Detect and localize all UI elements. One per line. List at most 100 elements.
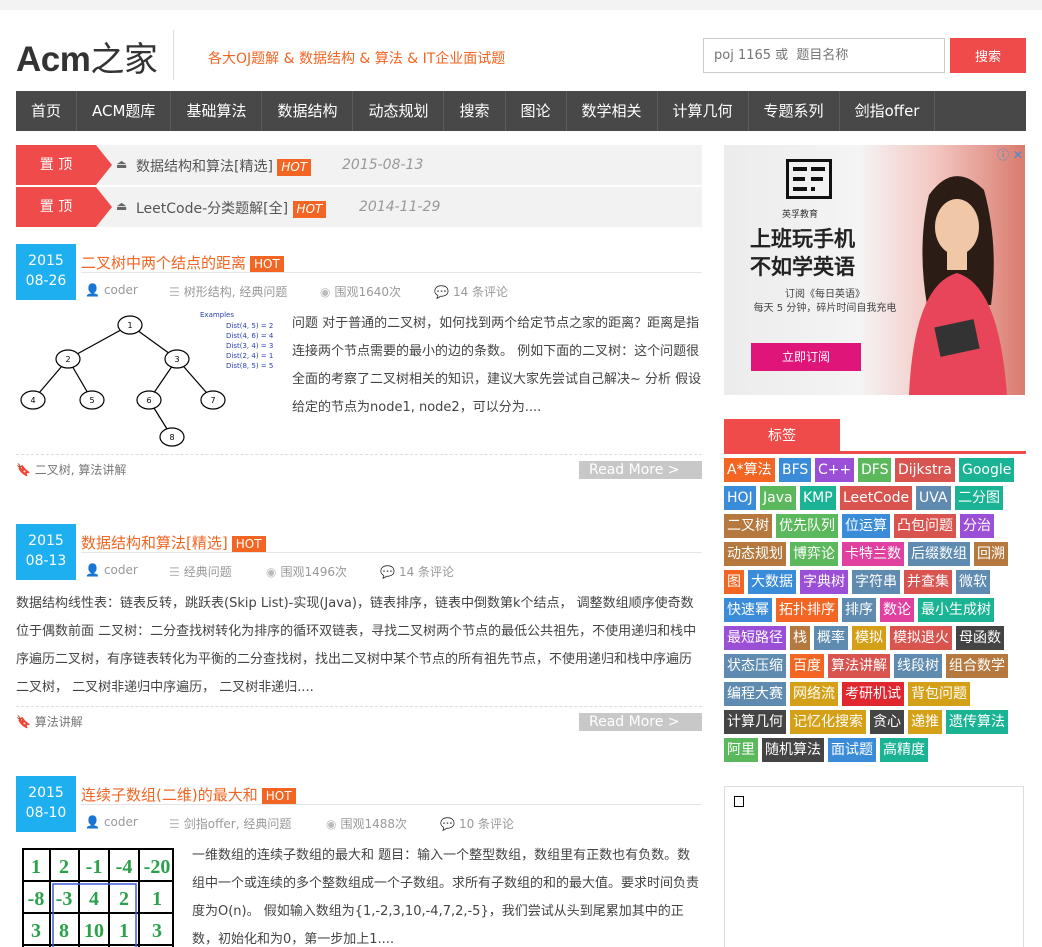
tag-chip[interactable]: 字典树 [800,570,848,594]
article-title-link[interactable]: 二叉树中两个结点的距离 HOT [81,252,284,273]
tag-chip[interactable]: LeetCode [840,486,913,510]
tag-chip[interactable]: Java [760,486,796,510]
read-more-button[interactable]: Read More > [579,461,702,479]
article-year: 2015 [28,253,64,269]
tag-chip[interactable]: 阿里 [724,738,758,762]
sticky-title-link[interactable]: LeetCode-分类题解[全] HOT [136,198,327,218]
tag-chip[interactable]: 贪心 [870,710,904,734]
article-category[interactable]: ☰ 树形结构, 经典问题 [169,283,287,300]
nav-item-graph-theory[interactable]: 图论 [506,91,567,131]
tag-chip[interactable]: 拓扑排序 [776,598,838,622]
tag-chip[interactable]: Dijkstra [895,458,955,482]
tag-chip[interactable]: 模拟 [852,626,886,650]
article-tags[interactable]: 🔖 算法讲解 [16,713,83,730]
tag-chip[interactable]: 线段树 [894,654,942,678]
tag-chip[interactable]: 大数据 [748,570,796,594]
main-nav: 首页 ACM题库 基础算法 数据结构 动态规划 搜索 图论 数学相关 计算几何 … [16,91,1026,131]
nav-item-topics[interactable]: 专题系列 [749,91,840,131]
tag-chip[interactable]: 字符串 [852,570,900,594]
tag-chip[interactable]: 数论 [880,598,914,622]
tag-chip[interactable]: 最短路径 [724,626,786,650]
tag-chip[interactable]: 凸包问题 [894,514,956,538]
tag-chip[interactable]: KMP [800,486,836,510]
tag-chip[interactable]: 分治 [960,514,994,538]
tag-chip[interactable]: 动态规划 [724,542,786,566]
tag-chip[interactable]: 二叉树 [724,514,772,538]
tag-chip[interactable]: 回溯 [974,542,1008,566]
nav-item-home[interactable]: 首页 [16,91,78,131]
tag-chip[interactable]: 遗传算法 [946,710,1008,734]
tag-chip[interactable]: 考研机试 [842,682,904,706]
tag-chip[interactable]: 博弈论 [790,542,838,566]
tag-chip[interactable]: C++ [815,458,855,482]
nav-item-search[interactable]: 搜索 [444,91,506,131]
tag-chip[interactable]: 高精度 [880,738,928,762]
sticky-title-link[interactable]: 数据结构和算法[精选] HOT [136,156,312,176]
article-author[interactable]: 👤 coder [85,815,138,829]
tag-chip[interactable]: 后缀数组 [908,542,970,566]
matrix-cell: 1 [119,920,129,942]
tag-chip[interactable]: 栈 [790,626,810,650]
tag-chip[interactable]: 母函数 [956,626,1004,650]
tag-chip[interactable]: 编程大赛 [724,682,786,706]
article-comments[interactable]: 💬 14 条评论 [434,283,508,300]
article-category[interactable]: ☰ 经典问题 [169,563,232,580]
article-author[interactable]: 👤 coder [85,283,138,297]
tag-chip[interactable]: 排序 [842,598,876,622]
article-category[interactable]: ☰ 剑指offer, 经典问题 [169,815,291,832]
tag-chip[interactable]: 随机算法 [762,738,824,762]
tag-chip[interactable]: 概率 [814,626,848,650]
bookmark-icon: 🔖 [16,715,31,729]
eye-icon: ◉ [320,285,331,299]
article-comments[interactable]: 💬 14 条评论 [380,563,454,580]
article-footer-divider [16,706,702,707]
tag-chip[interactable]: 记忆化搜索 [790,710,866,734]
article-author[interactable]: 👤 coder [85,563,138,577]
article-tags[interactable]: 🔖 二叉树, 算法讲解 [16,461,126,478]
site-logo[interactable]: Acm之家 [16,32,158,81]
search-button[interactable]: 搜索 [950,38,1026,73]
tag-chip[interactable]: 位运算 [842,514,890,538]
tag-chip[interactable]: 优先队列 [776,514,838,538]
tag-chip[interactable]: 微软 [956,570,990,594]
tag-chip[interactable]: 二分图 [955,486,1003,510]
tag-chip[interactable]: BFS [779,458,812,482]
search-input[interactable] [703,38,945,73]
nav-item-basic-algorithms[interactable]: 基础算法 [171,91,263,131]
read-more-button[interactable]: Read More > [579,713,702,731]
tag-chip[interactable]: 计算几何 [724,710,786,734]
tag-chip[interactable]: HOJ [724,486,756,510]
tag-chip[interactable]: UVA [916,486,951,510]
nav-item-jianzhi-offer[interactable]: 剑指offer [840,91,936,131]
tag-chip[interactable]: 快速幂 [724,598,772,622]
matrix-figure: 1 2 -1 -4 -20 -8 -3 4 2 1 3 8 10 1 3 [22,848,174,947]
tag-chip[interactable]: 模拟退火 [890,626,952,650]
nav-item-computational-geometry[interactable]: 计算几何 [658,91,749,131]
nav-item-data-structures[interactable]: 数据结构 [262,91,354,131]
tag-chip[interactable]: 算法讲解 [828,654,890,678]
nav-item-math[interactable]: 数学相关 [567,91,658,131]
tag-chip[interactable]: 面试题 [828,738,876,762]
article-title-link[interactable]: 连续子数组(二维)的最大和 HOT [81,784,296,805]
tag-chip[interactable]: 组合数学 [946,654,1008,678]
tag-chip[interactable]: A*算法 [724,458,775,482]
tag-chip[interactable]: DFS [858,458,892,482]
tag-chip[interactable]: 状态压缩 [724,654,786,678]
article-comments[interactable]: 💬 10 条评论 [440,815,514,832]
tag-chip[interactable]: 卡特兰数 [842,542,904,566]
nav-item-dynamic-programming[interactable]: 动态规划 [353,91,445,131]
tag-chip[interactable]: 网络流 [790,682,838,706]
article-title-link[interactable]: 数据结构和算法[精选] HOT [81,532,266,553]
ad-banner[interactable]: 英孚教育 上班玩手机 不如学英语 订阅《每日英语》 每天 5 分钟，碎片时间自我… [724,145,1025,395]
tag-chip[interactable]: 图 [724,570,744,594]
tag-chip[interactable]: Google [959,458,1015,482]
tag-chip[interactable]: 并查集 [904,570,952,594]
nav-item-acm-problems[interactable]: ACM题库 [77,91,172,131]
tag-chip[interactable]: 百度 [790,654,824,678]
example-line: Dist(3, 4) = 3 [226,342,273,350]
tag-chip[interactable]: 背包问题 [908,682,970,706]
ad-close-icon[interactable]: ⓘ ✕ [997,146,1023,163]
tag-chip[interactable]: 最小生成树 [918,598,994,622]
ad-subscribe-button[interactable]: 立即订阅 [751,343,861,371]
tag-chip[interactable]: 递推 [908,710,942,734]
